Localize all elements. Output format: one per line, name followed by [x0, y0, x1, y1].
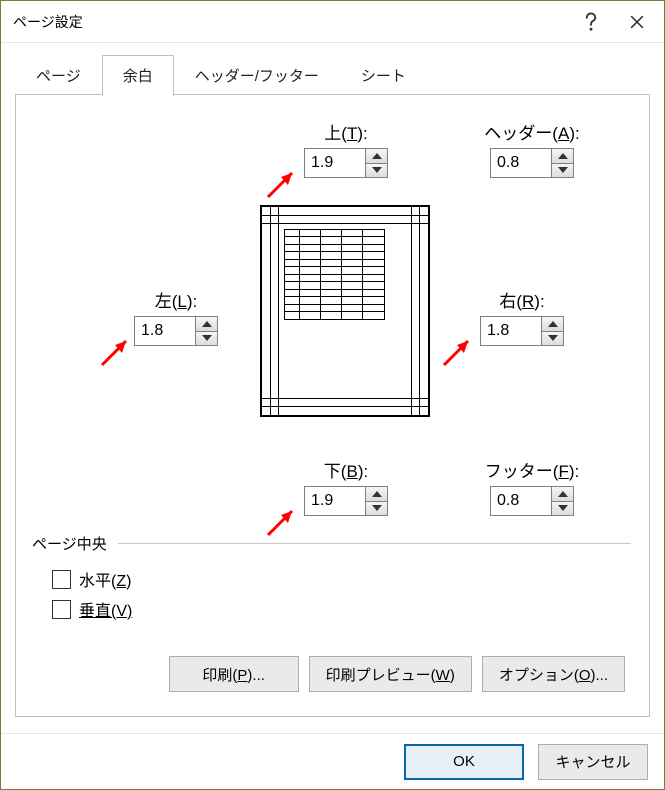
bottom-margin-input[interactable]	[305, 487, 365, 515]
center-section-title: ページ中央	[32, 536, 113, 553]
bottom-margin-down[interactable]	[366, 501, 387, 516]
tab-headerfooter[interactable]: ヘッダー/フッター	[174, 55, 340, 96]
center-horizontal-label: 水平(Z)	[79, 567, 131, 591]
help-button[interactable]	[568, 4, 614, 40]
footer-margin-input[interactable]	[491, 487, 551, 515]
close-icon	[630, 15, 644, 29]
header-margin-input[interactable]	[491, 149, 551, 177]
center-vertical-label: 垂直(V)	[79, 597, 132, 621]
help-icon	[583, 12, 599, 32]
bottom-margin-spinner[interactable]	[304, 486, 388, 516]
checkbox-icon	[52, 600, 71, 619]
right-margin-down[interactable]	[542, 331, 563, 346]
tabstrip: ページ 余白 ヘッダー/フッター シート	[15, 57, 650, 95]
print-preview-button[interactable]: 印刷プレビュー(W)	[309, 656, 472, 692]
footer-margin-up[interactable]	[552, 487, 573, 501]
tab-page[interactable]: ページ	[15, 55, 102, 96]
header-margin-label: ヘッダー(A):	[452, 119, 612, 144]
right-margin-label: 右(R):	[452, 287, 592, 312]
right-margin-input[interactable]	[481, 317, 541, 345]
header-margin-spinner[interactable]	[490, 148, 574, 178]
right-margin-up[interactable]	[542, 317, 563, 331]
top-margin-spinner[interactable]	[304, 148, 388, 178]
options-button[interactable]: オプション(O)...	[482, 656, 625, 692]
center-horizontal-checkbox[interactable]: 水平(Z)	[52, 567, 132, 591]
footer-margin-spinner[interactable]	[490, 486, 574, 516]
left-margin-up[interactable]	[196, 317, 217, 331]
tab-sheet[interactable]: シート	[340, 55, 427, 96]
left-margin-spinner[interactable]	[134, 316, 218, 346]
close-button[interactable]	[614, 4, 660, 40]
left-margin-down[interactable]	[196, 331, 217, 346]
footer-margin-label: フッター(F):	[452, 457, 612, 482]
footer-margin-down[interactable]	[552, 501, 573, 516]
cancel-button[interactable]: キャンセル	[538, 744, 648, 780]
tab-margins[interactable]: 余白	[102, 55, 174, 96]
top-margin-up[interactable]	[366, 149, 387, 163]
right-margin-spinner[interactable]	[480, 316, 564, 346]
checkbox-icon	[52, 570, 71, 589]
ok-button[interactable]: OK	[404, 744, 524, 780]
top-margin-input[interactable]	[305, 149, 365, 177]
left-margin-input[interactable]	[135, 317, 195, 345]
left-margin-label: 左(L):	[106, 287, 246, 312]
print-button[interactable]: 印刷(P)...	[169, 656, 299, 692]
center-vertical-checkbox[interactable]: 垂直(V)	[52, 597, 132, 621]
top-margin-label: 上(T):	[276, 119, 416, 144]
page-preview	[260, 205, 430, 417]
header-margin-down[interactable]	[552, 163, 573, 178]
bottom-margin-label: 下(B):	[276, 457, 416, 482]
header-margin-up[interactable]	[552, 149, 573, 163]
bottom-margin-up[interactable]	[366, 487, 387, 501]
top-margin-down[interactable]	[366, 163, 387, 178]
window-title: ページ設定	[13, 12, 568, 32]
